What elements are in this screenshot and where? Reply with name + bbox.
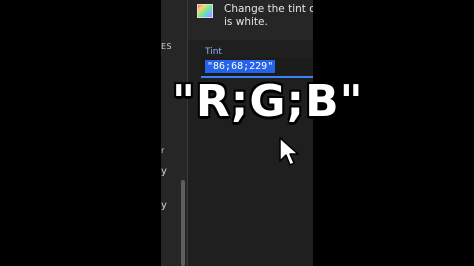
overlay-caption: "R;G;B": [172, 76, 364, 127]
list-item[interactable]: r: [161, 146, 164, 155]
editor-panel: ES r y y Change the tint of a is white. …: [161, 0, 313, 266]
tint-input[interactable]: "86;68;229": [201, 58, 313, 78]
tip-text: Change the tint of a is white.: [224, 3, 313, 29]
tip-line-1: Change the tint of a: [224, 3, 313, 15]
list-item[interactable]: y: [161, 166, 167, 177]
section-label: ES: [161, 42, 173, 51]
scrollbar-thumb[interactable]: [181, 180, 185, 266]
tint-label: Tint: [205, 47, 222, 57]
tip-line-2: is white.: [224, 16, 268, 28]
mouse-pointer-icon: [279, 137, 299, 166]
color-palette-icon: [197, 4, 213, 18]
side-panel: ES r y y: [161, 0, 187, 266]
list-item[interactable]: y: [161, 200, 167, 211]
tint-input-value[interactable]: "86;68;229": [205, 60, 276, 73]
